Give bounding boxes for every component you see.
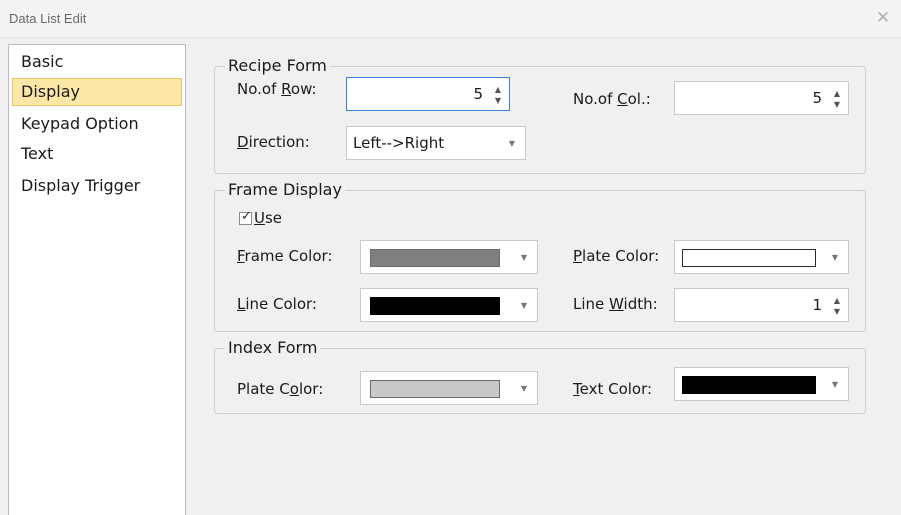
rows-spinbox[interactable]: 5 ▲ ▼ (346, 77, 510, 111)
spin-down-icon[interactable]: ▼ (492, 95, 504, 106)
sidebar-item-keypad-option[interactable]: Keypad Option (12, 110, 182, 138)
frame-display-group: Frame Display ✓ Use Frame Color: ▼ Plate… (214, 180, 866, 332)
rows-spinner[interactable]: ▲ ▼ (492, 84, 504, 106)
index-text-color-swatch (682, 376, 816, 394)
cols-label: No.of Col.: (573, 90, 651, 108)
direction-dropdown[interactable]: Left-->Right ▼ (346, 126, 526, 160)
line-color-swatch (370, 297, 500, 315)
line-width-spinbox[interactable]: 1 ▲ ▼ (674, 288, 849, 322)
plate-color-label: Plate Color: (573, 247, 660, 265)
line-color-picker[interactable]: ▼ (360, 288, 538, 322)
index-text-color-picker[interactable]: ▼ (674, 367, 849, 401)
chevron-down-icon[interactable]: ▼ (517, 251, 531, 265)
line-color-label: Line Color: (237, 295, 317, 313)
direction-label: Direction: (237, 133, 310, 151)
recipe-form-legend: Recipe Form (225, 56, 330, 76)
plate-color-swatch (682, 249, 816, 267)
spin-up-icon[interactable]: ▲ (492, 84, 504, 95)
chevron-down-icon[interactable]: ▼ (828, 251, 842, 265)
direction-value: Left-->Right (353, 134, 445, 152)
cols-value: 5 (812, 89, 822, 107)
chevron-down-icon[interactable]: ▼ (505, 137, 519, 151)
index-form-group: Index Form Plate Color: ▼ Text Color: ▼ (214, 338, 866, 414)
checkmark-icon: ✓ (241, 209, 252, 224)
use-label[interactable]: Use (254, 208, 282, 228)
chevron-down-icon[interactable]: ▼ (828, 378, 842, 392)
window-title: Data List Edit (9, 11, 87, 26)
plate-color-picker[interactable]: ▼ (674, 240, 849, 274)
line-width-value: 1 (812, 296, 822, 314)
title-bar: Data List Edit ✕ (0, 0, 901, 38)
spin-up-icon[interactable]: ▲ (831, 295, 843, 306)
frame-color-swatch (370, 249, 500, 267)
sidebar-item-text[interactable]: Text (12, 140, 182, 168)
chevron-down-icon[interactable]: ▼ (517, 382, 531, 396)
sidebar-item-display[interactable]: Display (12, 78, 182, 106)
index-plate-color-picker[interactable]: ▼ (360, 371, 538, 405)
cols-spinner[interactable]: ▲ ▼ (831, 88, 843, 110)
index-plate-color-label: Plate Color: (237, 380, 324, 398)
sidebar-item-basic[interactable]: Basic (12, 48, 182, 76)
rows-value: 5 (473, 85, 483, 103)
frame-color-picker[interactable]: ▼ (360, 240, 538, 274)
spin-down-icon[interactable]: ▼ (831, 99, 843, 110)
category-sidebar: Basic Display Keypad Option Text Display… (8, 44, 186, 515)
frame-color-label: Frame Color: (237, 247, 333, 265)
close-icon[interactable]: ✕ (873, 8, 893, 28)
use-checkbox[interactable]: ✓ (239, 209, 252, 225)
spin-up-icon[interactable]: ▲ (831, 88, 843, 99)
index-text-color-label: Text Color: (573, 380, 653, 398)
line-width-spinner[interactable]: ▲ ▼ (831, 295, 843, 317)
spin-down-icon[interactable]: ▼ (831, 306, 843, 317)
index-plate-color-swatch (370, 380, 500, 398)
line-width-label: Line Width: (573, 295, 658, 313)
recipe-form-group: Recipe Form No.of Row: 5 ▲ ▼ No.of Col.: … (214, 56, 866, 174)
sidebar-item-display-trigger[interactable]: Display Trigger (12, 172, 182, 200)
chevron-down-icon[interactable]: ▼ (517, 299, 531, 313)
index-form-legend: Index Form (225, 338, 321, 358)
frame-display-legend: Frame Display (225, 180, 345, 200)
rows-label: No.of Row: (237, 80, 317, 98)
cols-spinbox[interactable]: 5 ▲ ▼ (674, 81, 849, 115)
